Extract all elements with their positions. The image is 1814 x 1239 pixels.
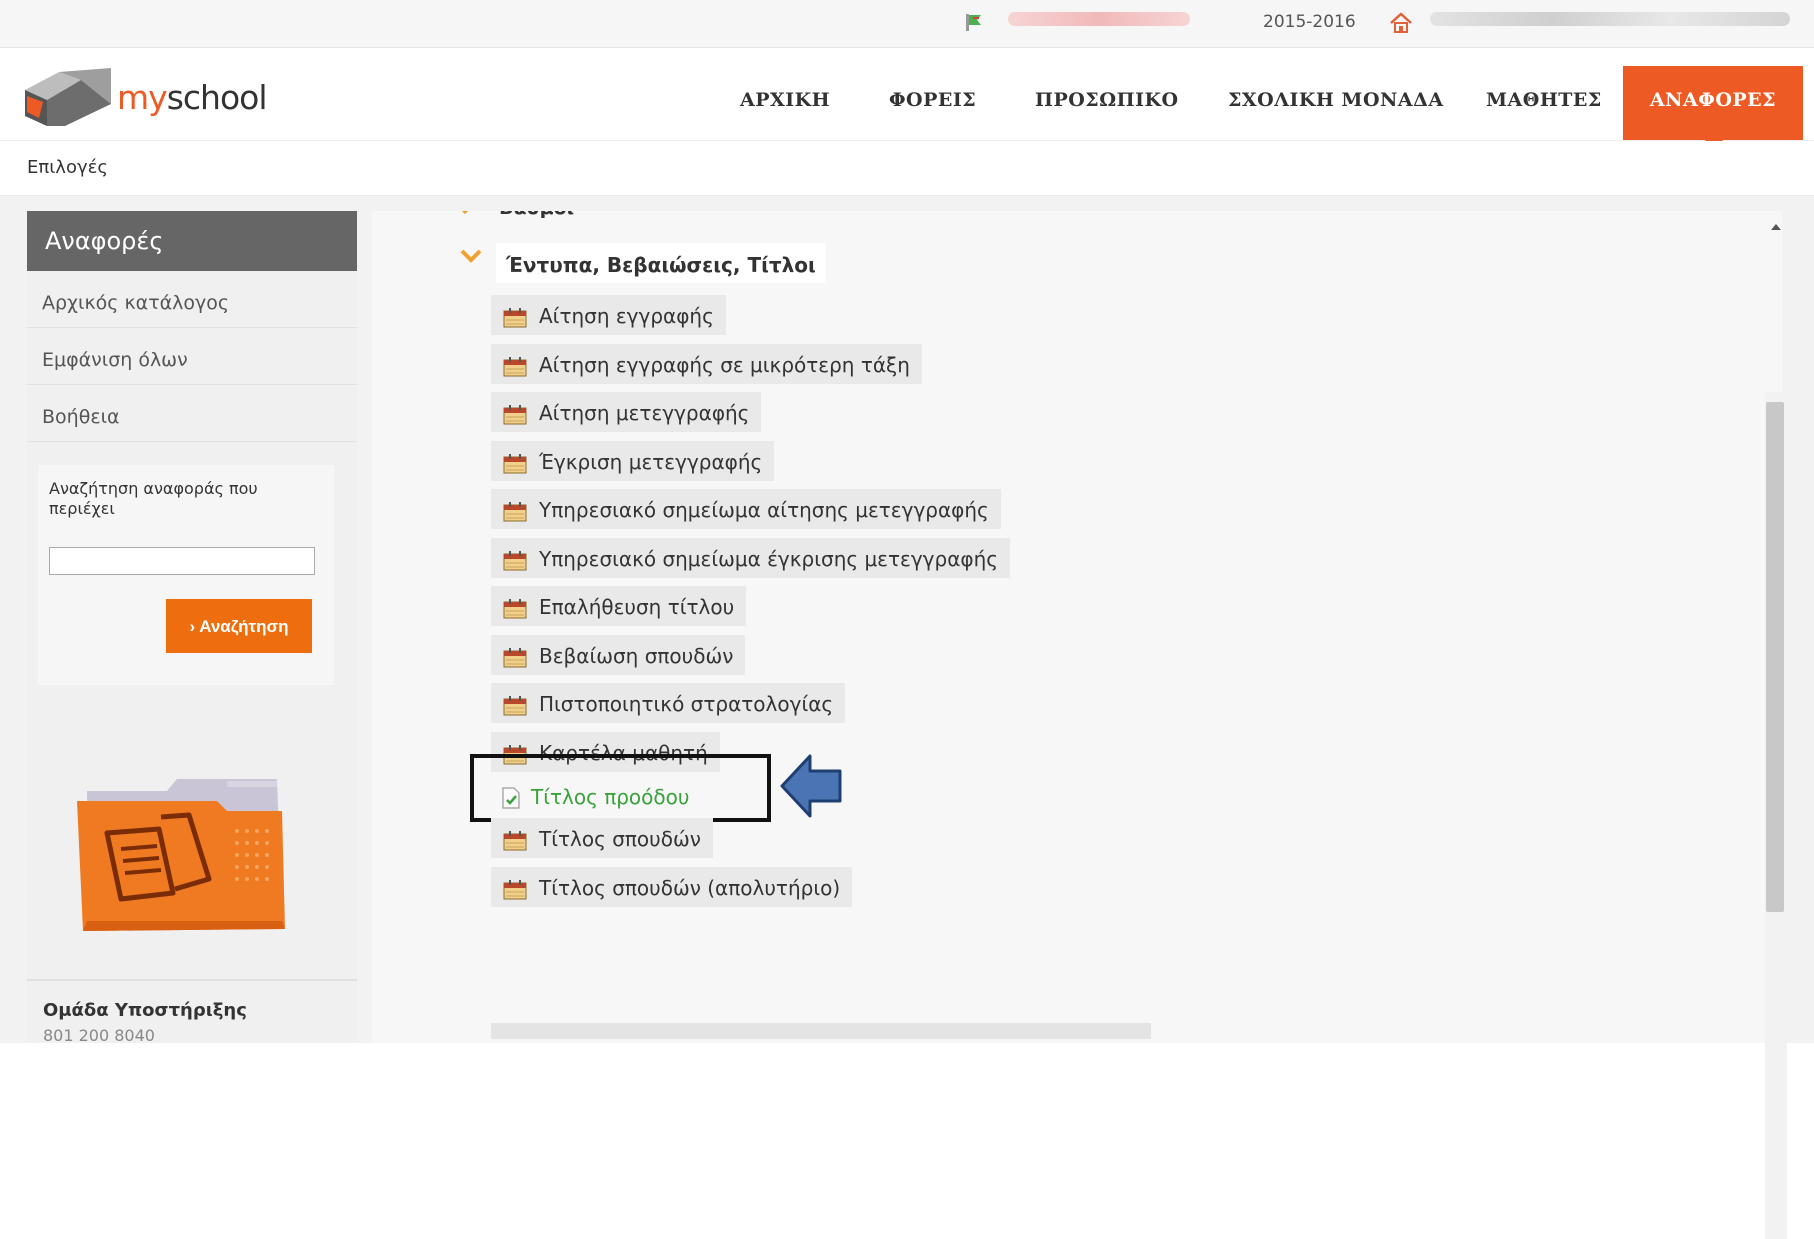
support-divider (27, 979, 357, 981)
user-name-redacted (1008, 12, 1190, 26)
nav-reports[interactable]: ΑΝΑΦΟΡΕΣ (1623, 66, 1803, 150)
nav-foreis[interactable]: ΦΟΡΕΙΣ (889, 48, 976, 140)
chevron-right-icon: › (189, 617, 196, 636)
school-name-redacted (1430, 12, 1790, 26)
calendar-icon (503, 502, 527, 522)
logo-text-school: school (166, 78, 268, 117)
sidebar: Αναφορές Αρχικός κατάλογος Εμφάνιση όλων… (27, 211, 357, 1045)
report-item-label: Αίτηση μετεγγραφής (539, 401, 750, 425)
section-grades[interactable]: Βαθμοί (499, 211, 574, 219)
report-item-after-1[interactable]: Τίτλος σπουδών (απολυτήριο) (491, 866, 853, 907)
report-search-panel: Αναζήτηση αναφοράς που περιέχει › Αναζήτ… (38, 465, 334, 685)
report-item-label: Βεβαίωση σπουδών (539, 643, 734, 668)
search-input[interactable] (49, 547, 315, 575)
page-body: Αναφορές Αρχικός κατάλογος Εμφάνιση όλων… (0, 196, 1814, 1239)
home-icon[interactable] (1388, 11, 1414, 35)
report-item-after-0[interactable]: Τίτλος σπουδών (491, 818, 713, 858)
calendar-icon (503, 599, 527, 619)
support-team-title: Ομάδα Υποστήριξης (43, 1000, 247, 1021)
logo-text-my: my (117, 78, 168, 117)
calendar-icon (503, 405, 527, 425)
scroll-up-arrow-icon[interactable] (1767, 220, 1785, 234)
calendar-icon (503, 550, 527, 570)
report-item-label: Υπηρεσιακό σημείωμα έγκρισης μετεγγραφής (539, 546, 999, 571)
breadcrumb[interactable]: Επιλογές (27, 157, 108, 178)
nav-home[interactable]: ΑΡΧΙΚΗ (740, 48, 830, 140)
section-documents-title[interactable]: Έντυπα, Βεβαιώσεις, Τίτλοι (496, 243, 826, 283)
myschool-logo-icon[interactable] (25, 68, 111, 126)
report-item-2[interactable]: Αίτηση μετεγγραφής (491, 392, 762, 432)
report-item-1[interactable]: Αίτηση εγγραφής σε μικρότερη τάξη (491, 343, 922, 384)
myschool-logo-text[interactable]: myschool (117, 78, 267, 117)
nav-students[interactable]: ΜΑΘΗΤΕΣ (1486, 48, 1602, 140)
reports-tree: Βαθμοί Έντυπα, Βεβαιώσεις, Τίτλοι Αίτηση… (372, 211, 1782, 1043)
search-button[interactable]: › Αναζήτηση (166, 599, 312, 653)
sidebar-item-show-all[interactable]: Εμφάνιση όλων (27, 328, 357, 385)
report-item-label: Αίτηση εγγραφής σε μικρότερη τάξη (539, 352, 910, 377)
report-item-5[interactable]: Υπηρεσιακό σημείωμα έγκρισης μετεγγραφής (491, 537, 1011, 578)
sidebar-item-help[interactable]: Βοήθεια (27, 385, 357, 442)
truncated-report-row (491, 1023, 1151, 1039)
chevron-down-icon[interactable] (460, 249, 482, 263)
calendar-icon (503, 879, 527, 899)
report-item-label: Επαλήθευση τίτλου (539, 595, 735, 619)
calendar-icon (503, 696, 527, 716)
search-button-label: Αναζήτηση (199, 617, 289, 636)
nav-school-unit[interactable]: ΣΧΟΛΙΚΗ ΜΟΝΑΔΑ (1228, 48, 1444, 140)
nav-staff[interactable]: ΠΡΟΣΩΠΙΚΟ (1035, 48, 1179, 140)
report-item-label: Έγκριση μετεγγραφής (539, 449, 763, 474)
report-item-label: Αίτηση εγγραφής (539, 304, 714, 328)
report-item-label: Πιστοποιητικό στρατολογίας (539, 692, 834, 716)
highlight-frame (470, 754, 771, 822)
sidebar-title: Αναφορές (27, 211, 357, 271)
support-phone: 801 200 8040 (43, 1026, 155, 1045)
breadcrumb-bar: Επιλογές (0, 141, 1814, 196)
report-item-7[interactable]: Βεβαίωση σπουδών (491, 634, 746, 675)
report-item-label: Τίτλος σπουδών (539, 827, 701, 851)
calendar-icon (503, 647, 527, 667)
search-label: Αναζήτηση αναφοράς που περιέχει (49, 479, 258, 518)
top-status-bar: 2015-2016 (0, 0, 1814, 48)
school-year[interactable]: 2015-2016 (1263, 12, 1356, 32)
calendar-icon (503, 308, 527, 328)
report-item-0[interactable]: Αίτηση εγγραφής (491, 295, 726, 335)
scrollbar-thumb[interactable] (1766, 402, 1784, 912)
folder-illustration (77, 779, 285, 931)
report-item-6[interactable]: Επαλήθευση τίτλου (491, 586, 747, 626)
report-item-4[interactable]: Υπηρεσιακό σημείωμα αίτησης μετεγγραφής (491, 489, 1001, 529)
report-item-label: Υπηρεσιακό σημείωμα αίτησης μετεγγραφής (539, 498, 989, 522)
arrow-left-icon (780, 754, 842, 818)
main-header: myschool ΑΡΧΙΚΗ ΦΟΡΕΙΣ ΠΡΟΣΩΠΙΚΟ ΣΧΟΛΙΚΗ… (0, 48, 1814, 150)
report-item-3[interactable]: Έγκριση μετεγγραφής (491, 440, 775, 481)
flag-icon[interactable] (963, 12, 987, 32)
calendar-icon (503, 831, 527, 851)
sidebar-item-main-catalog[interactable]: Αρχικός κατάλογος (27, 271, 357, 328)
calendar-icon (503, 453, 527, 473)
report-item-8[interactable]: Πιστοποιητικό στρατολογίας (491, 683, 846, 723)
calendar-icon (503, 356, 527, 376)
report-item-label: Τίτλος σπουδών (απολυτήριο) (539, 875, 841, 900)
chevron-down-icon[interactable] (458, 211, 472, 215)
